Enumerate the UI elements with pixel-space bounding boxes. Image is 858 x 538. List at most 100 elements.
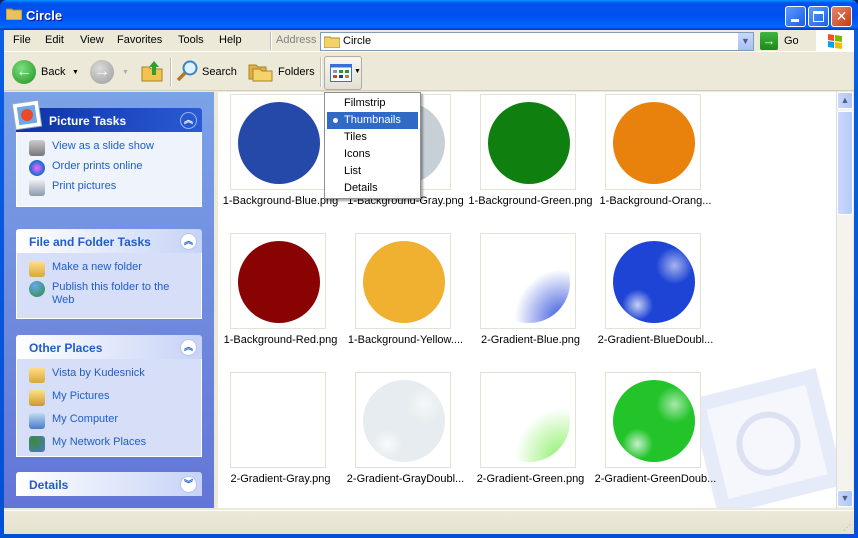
- picture-tasks-body: View as a slide show Order prints online…: [16, 132, 202, 207]
- circle-preview: [363, 241, 445, 323]
- up-folder-button[interactable]: [140, 59, 166, 85]
- minimize-button[interactable]: [785, 6, 806, 27]
- explorer-window: Circle ✕ File Edit View Favorites Tools …: [0, 0, 858, 538]
- go-arrow-icon: →: [760, 32, 778, 50]
- filmstrip-label: Filmstrip: [344, 97, 386, 109]
- order-prints-link[interactable]: Order prints online: [29, 160, 201, 176]
- views-button[interactable]: ▼: [324, 56, 362, 90]
- thumbnail-image: [230, 233, 326, 329]
- order-prints-icon: [29, 160, 45, 176]
- new-folder-icon: [29, 261, 45, 277]
- views-grid-icon: [330, 64, 352, 82]
- title-bar[interactable]: Circle ✕: [0, 0, 858, 30]
- close-button[interactable]: ✕: [831, 6, 852, 27]
- thumbnail-item[interactable]: 2-Gradient-BlueDoubl...: [593, 231, 718, 356]
- my-pictures-label: My Pictures: [52, 390, 110, 402]
- view-slideshow-link[interactable]: View as a slide show: [29, 140, 201, 156]
- window-title: Circle: [26, 8, 63, 23]
- folder-icon: [29, 367, 45, 383]
- my-computer-icon: [29, 413, 45, 429]
- forward-button[interactable]: → ▼: [90, 59, 130, 85]
- vista-kudesnick-link[interactable]: Vista by Kudesnick: [29, 367, 201, 383]
- forward-dropdown-icon[interactable]: ▼: [122, 69, 129, 76]
- thumbnail-item[interactable]: 2-Gradient-Blue.png: [468, 231, 593, 356]
- menu-help[interactable]: Help: [219, 34, 242, 46]
- collapse-chevron-icon[interactable]: ︽: [180, 339, 197, 356]
- other-places-header[interactable]: Other Places ︽: [16, 335, 202, 359]
- my-computer-link[interactable]: My Computer: [29, 413, 201, 429]
- scroll-down-button[interactable]: ▼: [837, 490, 853, 507]
- toolbar: ← Back ▼ → ▼ Search Folders ▼: [4, 53, 854, 91]
- file-folder-tasks-body: Make a new folder Publish this folder to…: [16, 253, 202, 319]
- address-input[interactable]: Circle ▼: [320, 32, 754, 51]
- address-label: Address: [276, 34, 317, 46]
- thumbnail-item[interactable]: 1-Background-Green.png: [468, 92, 593, 217]
- scroll-thumb[interactable]: [837, 111, 853, 215]
- menu-favorites[interactable]: Favorites: [117, 34, 162, 46]
- other-places-panel: Other Places ︽ Vista by Kudesnick My Pic…: [16, 335, 202, 457]
- menu-bar: File Edit View Favorites Tools Help Addr…: [4, 30, 854, 52]
- toolbar-separator: [320, 57, 322, 87]
- make-folder-label: Make a new folder: [52, 261, 142, 273]
- vertical-scrollbar[interactable]: ▲ ▼: [836, 92, 853, 508]
- address-dropdown-button[interactable]: ▼: [737, 33, 753, 50]
- maximize-button[interactable]: [808, 6, 829, 27]
- network-places-icon: [29, 436, 45, 452]
- thumbnail-item[interactable]: 1-Background-Yellow....: [343, 231, 468, 356]
- thumbnail-item[interactable]: 2-Gradient-GrayDoubl...: [343, 370, 468, 495]
- picture-tasks-header[interactable]: Picture Tasks ︽: [12, 100, 202, 132]
- picture-tasks-icon: [12, 100, 43, 131]
- circle-preview: [238, 241, 320, 323]
- windows-flag-icon: [828, 34, 842, 49]
- menu-edit[interactable]: Edit: [45, 34, 64, 46]
- make-folder-link[interactable]: Make a new folder: [29, 261, 201, 277]
- back-dropdown-icon[interactable]: ▼: [72, 69, 79, 76]
- menu-view[interactable]: View: [80, 34, 104, 46]
- details-header[interactable]: Details ︾: [16, 472, 202, 496]
- print-pictures-link[interactable]: Print pictures: [29, 180, 201, 196]
- folder-icon: [6, 8, 22, 20]
- view-option-list[interactable]: List: [327, 163, 418, 180]
- back-label: Back: [41, 66, 66, 78]
- view-option-details[interactable]: Details: [327, 180, 418, 197]
- back-button[interactable]: ← Back ▼: [10, 59, 88, 85]
- view-option-thumbnails[interactable]: Thumbnails: [327, 112, 418, 129]
- go-button[interactable]: → Go: [760, 32, 810, 51]
- folders-label: Folders: [278, 66, 315, 78]
- collapse-chevron-icon[interactable]: ︽: [180, 233, 197, 250]
- resize-grip[interactable]: ⋰: [843, 523, 851, 532]
- file-view[interactable]: 1-Background-Blue.png 1-Background-Gray.p…: [218, 92, 836, 508]
- view-option-icons[interactable]: Icons: [327, 146, 418, 163]
- expand-chevron-icon[interactable]: ︾: [180, 476, 197, 493]
- file-name: 1-Background-Orang...: [599, 195, 712, 207]
- file-folder-tasks-header[interactable]: File and Folder Tasks ︽: [16, 229, 202, 253]
- selected-bullet-icon: [333, 118, 338, 123]
- search-label: Search: [202, 66, 237, 78]
- thumbnail-item[interactable]: 2-Gradient-Gray.png: [218, 370, 343, 495]
- folders-icon: [248, 64, 273, 82]
- thumbnail-item[interactable]: 2-Gradient-GreenDoub...: [593, 370, 718, 495]
- my-pictures-link[interactable]: My Pictures: [29, 390, 201, 406]
- scroll-up-button[interactable]: ▲: [837, 92, 853, 109]
- thumbnail-image: [605, 372, 701, 468]
- folders-button[interactable]: Folders: [248, 59, 315, 85]
- view-option-tiles[interactable]: Tiles: [327, 129, 418, 146]
- picture-tasks-title: Picture Tasks: [49, 114, 127, 128]
- thumbnail-item[interactable]: 1-Background-Red.png: [218, 231, 343, 356]
- search-button[interactable]: Search: [176, 59, 240, 85]
- print-pictures-label: Print pictures: [52, 180, 117, 192]
- thumbnail-item[interactable]: 1-Background-Orang...: [593, 92, 718, 217]
- publish-folder-link[interactable]: Publish this folder to the Web: [29, 281, 201, 307]
- file-folder-tasks-title: File and Folder Tasks: [29, 235, 151, 249]
- thumbnail-image: [355, 233, 451, 329]
- collapse-chevron-icon[interactable]: ︽: [180, 112, 197, 129]
- menu-file[interactable]: File: [13, 34, 31, 46]
- thumbnail-item[interactable]: 2-Gradient-Green.png: [468, 370, 593, 495]
- my-pictures-icon: [29, 390, 45, 406]
- file-name: 2-Gradient-BlueDoubl...: [597, 334, 714, 346]
- view-option-filmstrip[interactable]: Filmstrip: [327, 95, 418, 112]
- my-network-places-link[interactable]: My Network Places: [29, 436, 201, 452]
- folder-icon: [324, 36, 340, 48]
- thumbnail-image: [480, 94, 576, 190]
- menu-tools[interactable]: Tools: [178, 34, 204, 46]
